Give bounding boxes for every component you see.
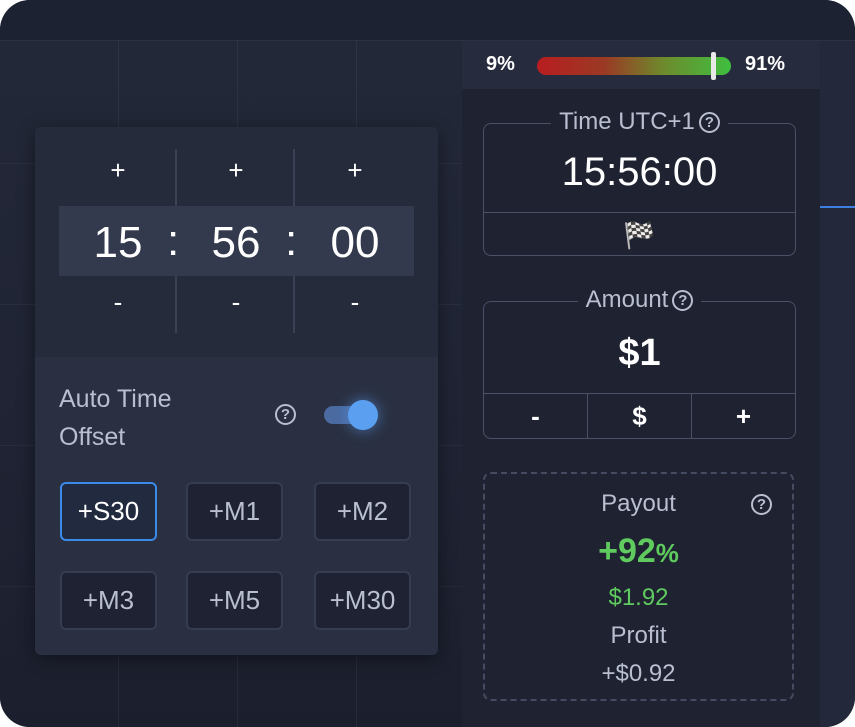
auto-time-offset-label: Auto Time Offset xyxy=(59,380,172,456)
offset-chip-m1[interactable]: +M1 xyxy=(186,482,283,541)
time-field[interactable]: Time UTC+1? 15:56:00 🏁 xyxy=(483,108,796,256)
amount-value[interactable]: $1 xyxy=(484,332,795,375)
payout-percent-unit: % xyxy=(655,538,679,568)
trade-window: 9% 91% Time UTC+1? 15:56:00 🏁 Amount? $1… xyxy=(0,0,855,727)
buy-percent: 91% xyxy=(745,53,786,75)
offset-chip-m30[interactable]: +M30 xyxy=(314,571,411,630)
amount-field-legend: Amount? xyxy=(484,286,795,314)
divider xyxy=(484,212,795,213)
time-value-row: 15 : 56 : 00 xyxy=(59,206,414,276)
sell-percent: 9% xyxy=(486,53,515,75)
payout-box: Payout ? +92% $1.92 Profit +$0.92 xyxy=(483,472,794,701)
second-increment-button[interactable]: + xyxy=(296,155,414,186)
sentiment-bar xyxy=(537,52,731,80)
auto-time-offset-label-line2: Offset xyxy=(59,423,126,451)
offset-chip-m3[interactable]: +M3 xyxy=(60,571,157,630)
profit-label: Profit xyxy=(610,622,667,649)
increase-amount-button[interactable]: + xyxy=(692,394,795,438)
help-icon[interactable]: ? xyxy=(275,404,296,425)
auto-time-offset-toggle[interactable] xyxy=(324,400,380,430)
minute-decrement-button[interactable]: - xyxy=(177,287,295,318)
time-field-legend: Time UTC+1? xyxy=(484,108,795,136)
currency-button[interactable]: $ xyxy=(588,394,691,438)
profit-value: +$0.92 xyxy=(601,660,676,687)
payout-percent: +92% xyxy=(485,532,792,571)
trader-sentiment: 9% 91% xyxy=(462,41,820,89)
hour-decrement-button[interactable]: - xyxy=(59,287,177,318)
offset-chip-m2[interactable]: +M2 xyxy=(314,482,411,541)
time-picker-spinner: + + + 15 : 56 : 00 - - - xyxy=(35,127,438,357)
payout-percent-value: +92 xyxy=(598,532,656,570)
time-label: Time UTC+1 xyxy=(559,108,695,135)
sentiment-marker xyxy=(711,52,716,80)
payout-amount: $1.92 xyxy=(608,584,669,611)
hour-increment-button[interactable]: + xyxy=(59,155,177,186)
payout-label: Payout xyxy=(601,490,676,517)
toggle-knob xyxy=(348,400,378,430)
chart-edge xyxy=(820,41,855,727)
decrease-amount-button[interactable]: - xyxy=(484,394,587,438)
checkered-flag-icon[interactable]: 🏁 xyxy=(484,220,795,251)
help-icon[interactable]: ? xyxy=(751,494,772,515)
minute-increment-button[interactable]: + xyxy=(177,155,295,186)
seconds-value[interactable]: 00 xyxy=(296,218,414,268)
auto-time-offset-label-line1: Auto Time xyxy=(59,385,172,413)
offset-chip-s30[interactable]: +S30 xyxy=(60,482,157,541)
top-bar xyxy=(0,0,855,41)
second-decrement-button[interactable]: - xyxy=(296,287,414,318)
amount-field: Amount? $1 - $ + xyxy=(483,286,796,439)
expiry-time-value[interactable]: 15:56:00 xyxy=(484,150,795,195)
help-icon[interactable]: ? xyxy=(698,112,720,134)
offset-chip-m5[interactable]: +M5 xyxy=(186,571,283,630)
hours-value[interactable]: 15 xyxy=(59,218,177,268)
minutes-value[interactable]: 56 xyxy=(177,218,295,268)
price-line xyxy=(820,206,855,208)
time-picker-popup: + + + 15 : 56 : 00 - - - Auto Time Offse… xyxy=(35,127,438,655)
amount-label: Amount xyxy=(585,286,669,313)
help-icon[interactable]: ? xyxy=(672,290,694,312)
